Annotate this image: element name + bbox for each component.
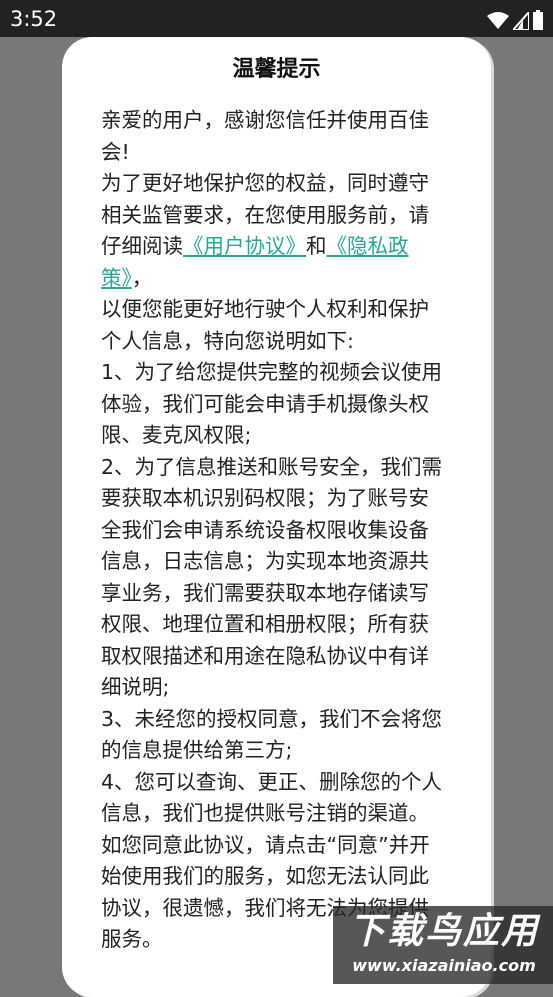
and-text: 和 [306, 234, 327, 258]
status-time: 3:52 [10, 7, 58, 31]
status-bar: 3:52 [0, 0, 553, 37]
item-3-text: 3、未经您的授权同意，我们不会将您的信息提供给第三方; [101, 706, 443, 763]
wifi-icon [487, 12, 509, 30]
cellular-signal-icon [513, 12, 529, 30]
status-icons [487, 8, 543, 30]
dialog-title: 温馨提示 [232, 57, 321, 82]
privacy-dialog: 温馨提示 亲爱的用户，感谢您信任并使用百佳会! 为了更好地保护您的权益，同时遵守… [62, 37, 491, 997]
item-2-text: 2、为了信息推送和账号安全，我们需要获取本机识别码权限；为了账号安全我们会申请系… [101, 454, 443, 700]
item-4-text: 4、您可以查询、更正、删除您的个人信息，我们也提供账号注销的渠道。 [101, 769, 443, 826]
watermark-url: www.xiazainiao.com [352, 956, 536, 975]
user-agreement-link[interactable]: 《用户协议》 [183, 234, 306, 258]
intro-paragraph: 为了更好地保护您的权益，同时遵守相关监管要求，在您使用服务前，请仔细阅读《用户协… [101, 168, 449, 294]
item-1-text: 1、为了给您提供完整的视频会议使用体验，我们可能会申请手机摄像头权限、麦克风权限… [101, 360, 443, 447]
purpose-text: 以便您能更好地行驶个人权利和保护个人信息，特向您说明如下: [101, 297, 429, 353]
greeting-text: 亲爱的用户，感谢您信任并使用百佳会! [101, 108, 429, 164]
watermark-title: 下载鸟应用 [348, 911, 539, 952]
watermark-logo: 下载鸟应用 www.xiazainiao.com [333, 906, 553, 984]
intro-comma: ， [131, 265, 153, 290]
battery-icon [533, 10, 543, 30]
dialog-body[interactable]: 亲爱的用户，感谢您信任并使用百佳会! 为了更好地保护您的权益，同时遵守相关监管要… [101, 105, 449, 956]
